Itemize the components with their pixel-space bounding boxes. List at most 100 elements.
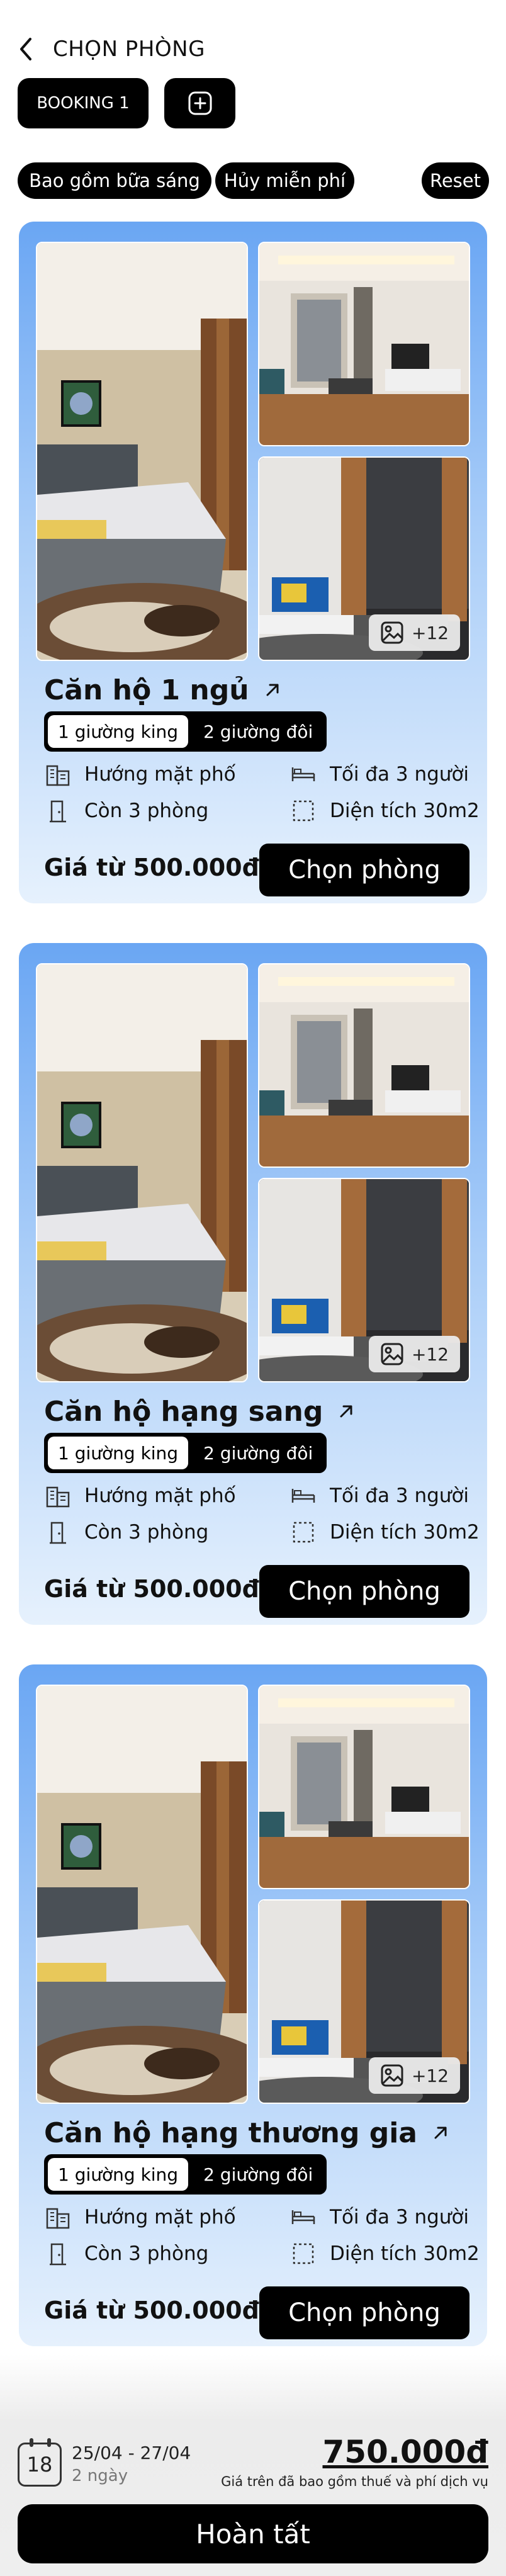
more-photos-count: +12 [411, 1343, 449, 1365]
arrow-up-right-icon [338, 1403, 354, 1420]
feature-view: Hướng mặt phố [44, 1483, 236, 1508]
back-button[interactable] [18, 35, 39, 63]
gallery-icon [381, 621, 403, 644]
feature-capacity-text: Tối đa 3 người [330, 2206, 469, 2229]
chevron-left-icon [20, 38, 31, 60]
door-icon [44, 798, 72, 823]
bedroom-photo [37, 964, 247, 1381]
area-icon [290, 2241, 317, 2266]
room-price: Giá từ 500.000đ [44, 1575, 259, 1603]
room-card: +12 Căn hộ hạng sang 1 giường king 2 giư… [19, 943, 487, 1625]
room-photo-bedroom[interactable] [36, 242, 248, 661]
total-price-note: Giá trên đã bao gồm thuế và phí dịch vụ [221, 2474, 488, 2489]
select-room-button[interactable]: Chọn phòng [259, 2286, 469, 2339]
room-name[interactable]: Căn hộ hạng thương gia [44, 2113, 449, 2153]
feature-availability: Còn 3 phòng [44, 2241, 208, 2266]
door-icon [44, 1520, 72, 1545]
calendar-day: 18 [26, 2453, 53, 2477]
select-room-button[interactable]: Chọn phòng [259, 1565, 469, 1618]
room-name-text: Căn hộ hạng thương gia [44, 2116, 417, 2149]
bedroom-photo [37, 1686, 247, 2103]
bed-option-double[interactable]: 2 giường đôi [193, 715, 323, 748]
date-range: 25/04 - 27/04 [72, 2443, 191, 2463]
feature-availability: Còn 3 phòng [44, 798, 208, 823]
room-name[interactable]: Căn hộ hạng sang [44, 1391, 354, 1432]
building-icon [44, 1483, 72, 1508]
door-icon [44, 2241, 72, 2266]
feature-view: Hướng mặt phố [44, 762, 236, 787]
arrow-up-right-icon [432, 2125, 449, 2141]
bed-option-king[interactable]: 1 giường king [48, 715, 189, 748]
area-icon [290, 1520, 317, 1545]
room-price: Giá từ 500.000đ [44, 854, 259, 881]
calendar-icon[interactable]: 18 [18, 2438, 62, 2487]
more-photos-button[interactable]: +12 [369, 1336, 460, 1372]
page-title: CHỌN PHÒNG [53, 37, 205, 62]
feature-view-text: Hướng mặt phố [84, 2206, 236, 2229]
room-photo-living[interactable] [258, 1685, 470, 1889]
room-name[interactable]: Căn hộ 1 ngủ [44, 670, 281, 710]
total-price: 750.000đ [322, 2434, 488, 2470]
feature-area-text: Diện tích 30m2 [330, 1521, 480, 1544]
feature-capacity: Tối đa 3 người [290, 2205, 469, 2230]
bed-option-double[interactable]: 2 giường đôi [193, 2158, 323, 2191]
area-icon [290, 798, 317, 823]
room-photo-tv[interactable]: +12 [258, 456, 470, 661]
add-booking-button[interactable] [164, 78, 235, 128]
more-photos-button[interactable]: +12 [369, 614, 460, 651]
room-photo-tv[interactable]: +12 [258, 1899, 470, 2104]
bed-type-toggle: 1 giường king 2 giường đôi [44, 2154, 327, 2195]
living-room-photo [259, 243, 469, 445]
room-name-text: Căn hộ 1 ngủ [44, 674, 249, 706]
feature-area: Diện tích 30m2 [290, 798, 480, 823]
bed-icon [290, 1483, 317, 1508]
more-photos-count: +12 [411, 622, 449, 643]
feature-capacity-text: Tối đa 3 người [330, 1484, 469, 1507]
filter-breakfast-chip[interactable]: Bao gồm bữa sáng [18, 162, 211, 199]
bed-icon [290, 2205, 317, 2230]
feature-area-text: Diện tích 30m2 [330, 2242, 480, 2265]
bed-icon [290, 762, 317, 787]
booking-tab[interactable]: BOOKING 1 [18, 78, 149, 128]
filter-free-cancel-chip[interactable]: Hủy miễn phí [215, 162, 354, 199]
room-photo-tv[interactable]: +12 [258, 1178, 470, 1382]
room-card: +12 Căn hộ 1 ngủ 1 giường king 2 giường … [19, 222, 487, 903]
select-room-button[interactable]: Chọn phòng [259, 844, 469, 896]
feature-availability: Còn 3 phòng [44, 1520, 208, 1545]
living-room-photo [259, 964, 469, 1167]
feature-area: Diện tích 30m2 [290, 1520, 480, 1545]
arrow-up-right-icon [264, 682, 281, 698]
done-button[interactable]: Hoàn tất [18, 2504, 488, 2563]
room-price: Giá từ 500.000đ [44, 2296, 259, 2324]
plus-square-icon [188, 91, 211, 115]
feature-area-text: Diện tích 30m2 [330, 799, 480, 822]
feature-view-text: Hướng mặt phố [84, 763, 236, 786]
room-photo-living[interactable] [258, 242, 470, 446]
building-icon [44, 762, 72, 787]
more-photos-button[interactable]: +12 [369, 2057, 460, 2094]
bedroom-photo [37, 243, 247, 660]
feature-availability-text: Còn 3 phòng [84, 2242, 209, 2265]
feature-capacity: Tối đa 3 người [290, 762, 469, 787]
bed-option-king[interactable]: 1 giường king [48, 2158, 189, 2191]
feature-capacity: Tối đa 3 người [290, 1483, 469, 1508]
page-header: CHỌN PHÒNG [18, 30, 205, 68]
room-card: +12 Căn hộ hạng thương gia 1 giường king… [19, 1664, 487, 2346]
feature-view-text: Hướng mặt phố [84, 1484, 236, 1507]
reset-filters-button[interactable]: Reset [422, 162, 489, 199]
feature-availability-text: Còn 3 phòng [84, 1521, 209, 1544]
building-icon [44, 2205, 72, 2230]
bed-type-toggle: 1 giường king 2 giường đôi [44, 1433, 327, 1473]
feature-capacity-text: Tối đa 3 người [330, 763, 469, 786]
feature-area: Diện tích 30m2 [290, 2241, 480, 2266]
room-photo-bedroom[interactable] [36, 963, 248, 1382]
nights-count: 2 ngày [72, 2466, 128, 2485]
bed-type-toggle: 1 giường king 2 giường đôi [44, 711, 327, 752]
room-photo-bedroom[interactable] [36, 1685, 248, 2104]
room-photo-living[interactable] [258, 963, 470, 1168]
bed-option-double[interactable]: 2 giường đôi [193, 1437, 323, 1469]
feature-view: Hướng mặt phố [44, 2205, 236, 2230]
gallery-icon [381, 1343, 403, 1365]
gallery-icon [381, 2064, 403, 2087]
bed-option-king[interactable]: 1 giường king [48, 1437, 189, 1469]
